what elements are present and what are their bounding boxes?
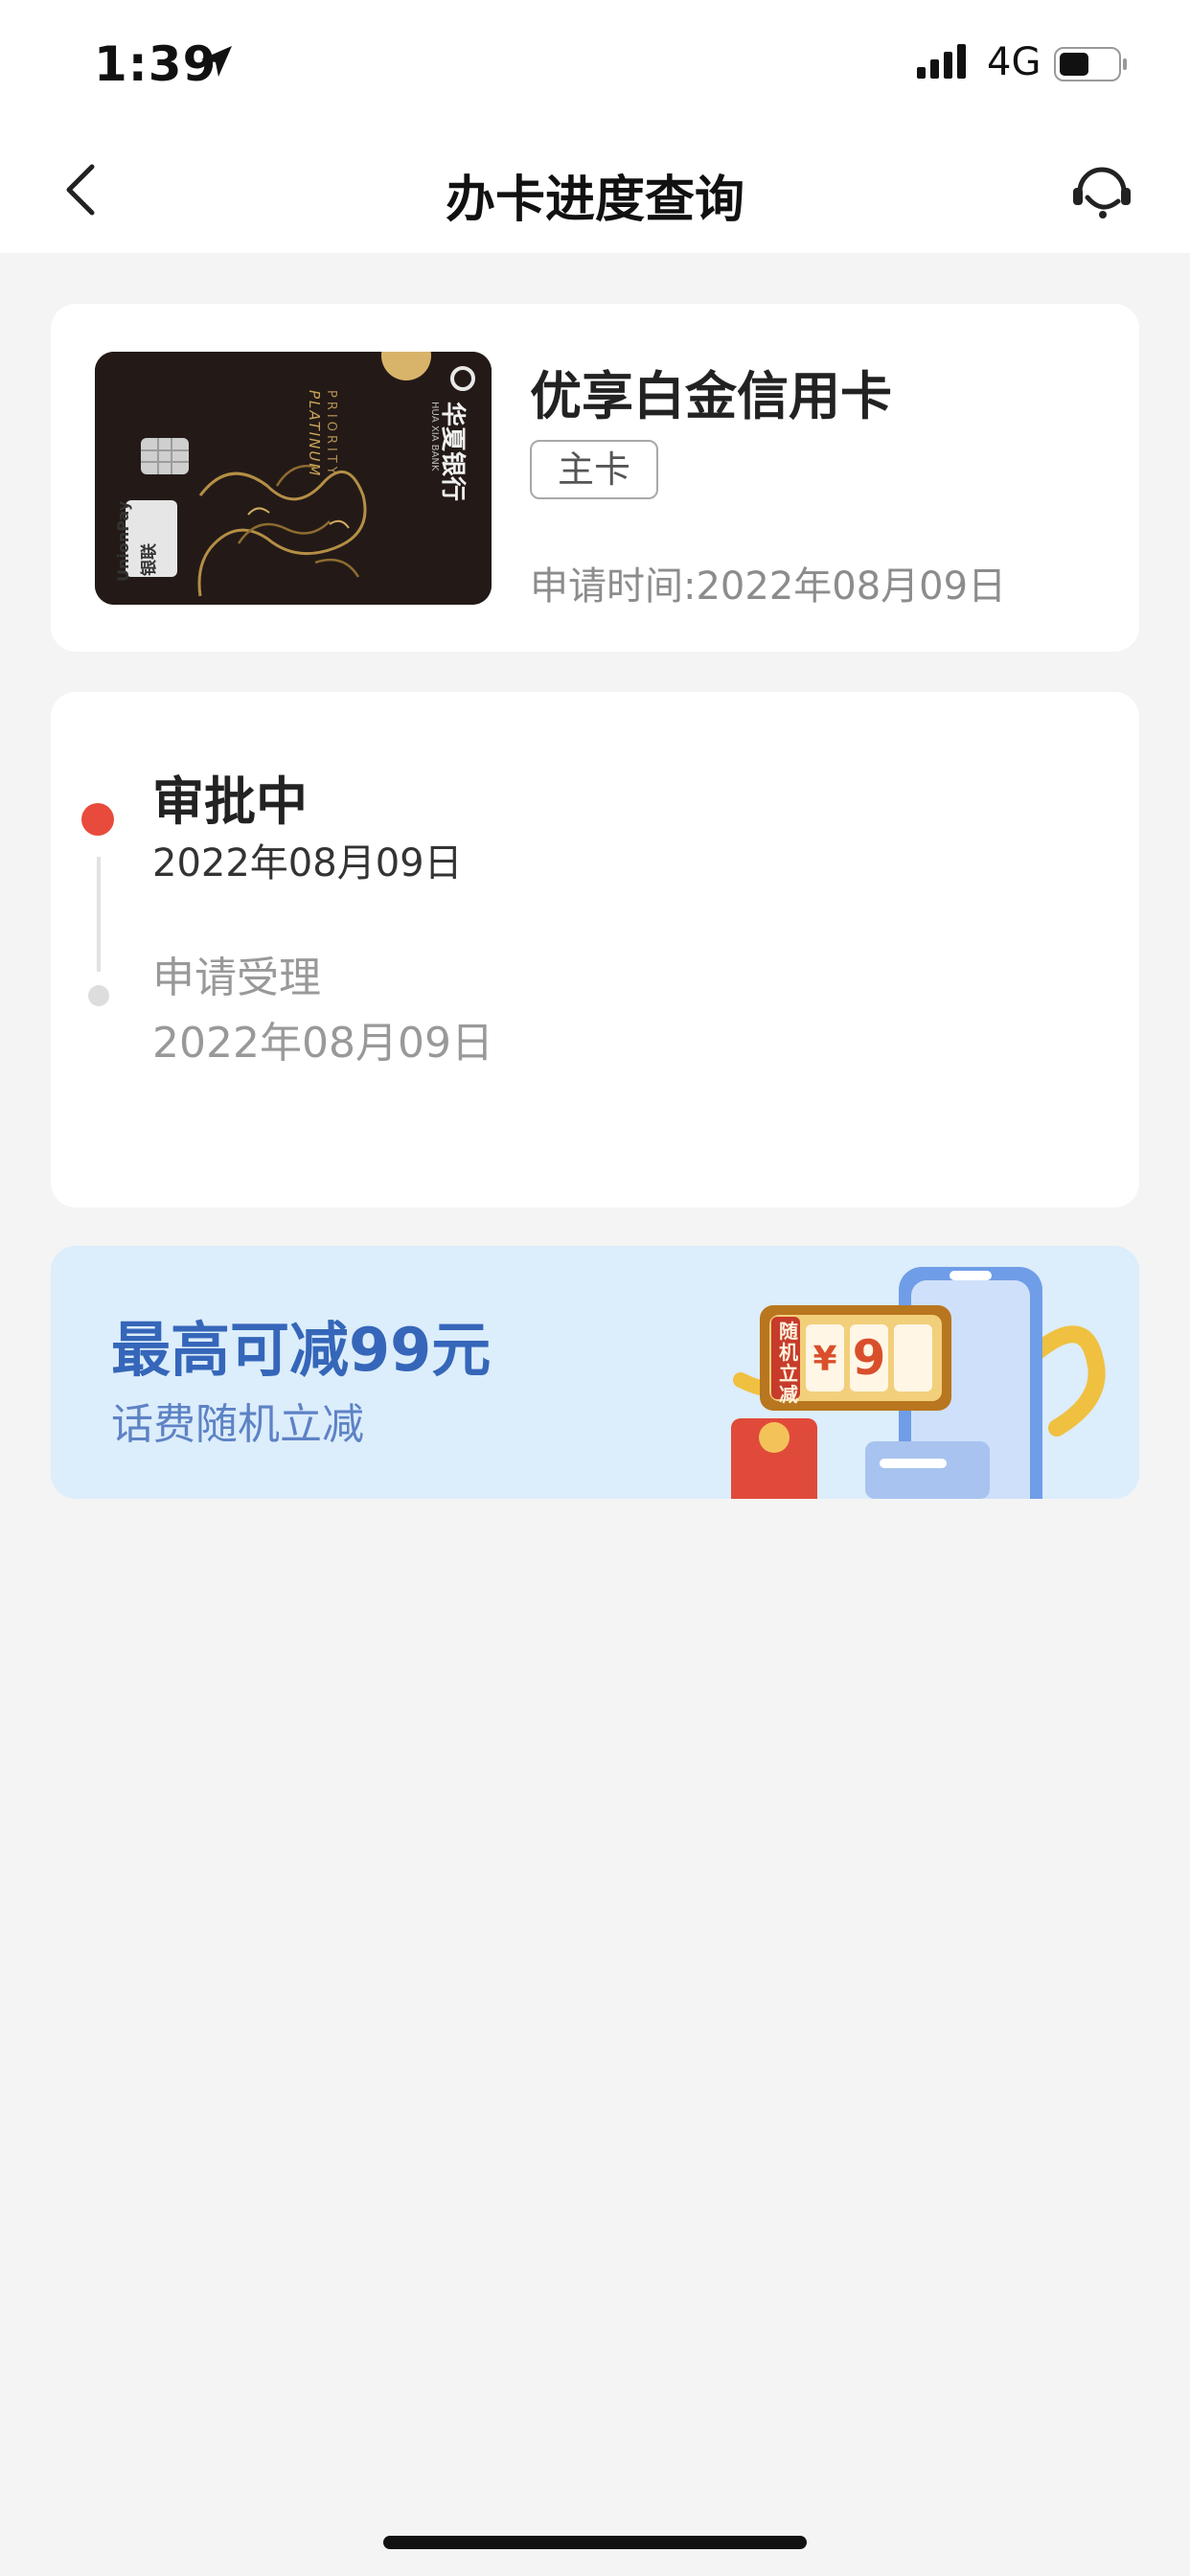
card-network-name: UnionPay <box>114 500 132 582</box>
step-date-previous: 2022年08月09日 <box>152 1019 493 1068</box>
step-status-previous: 申请受理 <box>152 954 321 1002</box>
timeline-dot-active <box>81 803 114 836</box>
battery-icon <box>1054 47 1127 81</box>
progress-timeline: 审批中 2022年08月09日 申请受理 2022年08月09日 <box>51 692 1139 1208</box>
promo-banner[interactable]: 最高可减99元 话费随机立减 ¥ 9 随机立减 <box>51 1246 1139 1499</box>
page-title: 办卡进度查询 <box>445 172 744 229</box>
signal-bars-icon <box>917 44 966 79</box>
step-status-current: 审批中 <box>152 771 308 832</box>
home-indicator[interactable] <box>383 2536 807 2549</box>
slot-currency: ¥ <box>812 1340 836 1379</box>
network-type: 4G <box>987 40 1041 84</box>
timeline-connector <box>97 857 101 972</box>
timeline-dot-inactive <box>88 985 109 1006</box>
nav-bar: 办卡进度查询 <box>0 125 1190 253</box>
card-bank-name-en: HUA XIA BANK <box>429 402 440 472</box>
credit-card-image: 华夏银行 HUA XIA BANK PRIORITY PLATINUM Unio… <box>95 352 492 605</box>
primary-card-tag: 主卡 <box>530 440 658 499</box>
card-info-panel[interactable]: 华夏银行 HUA XIA BANK PRIORITY PLATINUM Unio… <box>51 304 1139 652</box>
card-network-cn: 银联 <box>140 543 159 576</box>
step-date-current: 2022年08月09日 <box>152 841 463 886</box>
promo-title: 最高可减99元 <box>111 1315 492 1385</box>
slot-label: 随机立减 <box>779 1320 798 1406</box>
status-bar: 1:39 4G <box>0 0 1190 125</box>
apply-time: 申请时间:2022年08月09日 <box>530 564 1007 609</box>
promo-subtitle: 话费随机立减 <box>111 1400 364 1449</box>
card-bank-name: 华夏银行 <box>438 402 467 501</box>
card-tier-line1: PRIORITY <box>324 390 338 478</box>
card-tier-line2: PLATINUM <box>306 390 323 478</box>
location-arrow-icon <box>201 46 232 77</box>
slot-digit: 9 <box>853 1330 886 1386</box>
customer-service-icon[interactable] <box>1068 159 1135 222</box>
card-product-name: 优享白金信用卡 <box>530 366 892 426</box>
